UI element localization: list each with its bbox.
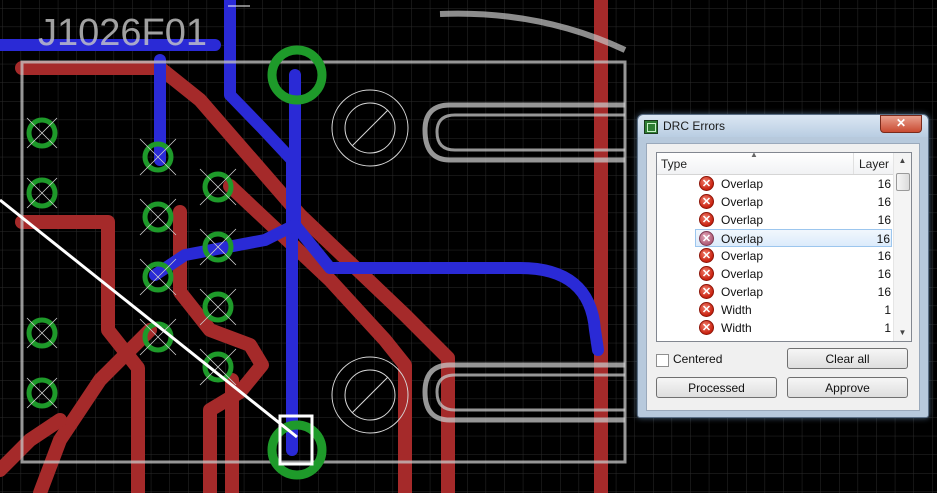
scroll-down-arrow-icon[interactable]: ▼	[894, 325, 911, 341]
centered-checkbox[interactable]	[656, 354, 669, 367]
row-layer: 16	[877, 195, 891, 209]
row-type: Overlap	[721, 285, 764, 299]
vertical-scrollbar[interactable]: ▲ ▼	[893, 153, 911, 341]
row-type: Width	[721, 303, 752, 317]
row-layer: 16	[877, 213, 891, 227]
column-separator	[853, 153, 854, 174]
error-icon: ✕	[699, 176, 714, 191]
list-item[interactable]: ✕ Overlap 16	[657, 193, 893, 211]
row-layer: 16	[876, 232, 890, 246]
drc-errors-dialog: DRC Errors ✕ ▲ Type Layer ✕ Overlap 16 ✕ Ov…	[637, 114, 929, 418]
row-layer: 1	[884, 303, 891, 317]
row-layer: 16	[877, 267, 891, 281]
error-icon: ✕	[699, 212, 714, 227]
error-icon: ✕	[699, 266, 714, 281]
row-layer: 16	[877, 285, 891, 299]
app-icon	[644, 120, 658, 134]
sort-arrow-icon: ▲	[750, 152, 758, 159]
list-item[interactable]: ✕ Overlap 16	[657, 175, 893, 193]
close-button[interactable]: ✕	[880, 115, 922, 133]
row-type: Overlap	[721, 195, 764, 209]
scroll-up-arrow-icon[interactable]: ▲	[894, 153, 911, 169]
error-icon: ✕	[699, 302, 714, 317]
dialog-titlebar[interactable]: DRC Errors ✕	[638, 115, 928, 137]
centered-label[interactable]: Centered	[673, 352, 722, 366]
error-icon: ✕	[699, 320, 714, 335]
row-type: Overlap	[721, 177, 764, 191]
error-icon: ✕	[699, 194, 714, 209]
board-designator: J1026F01	[38, 12, 207, 54]
list-item[interactable]: ✕ Overlap 16	[657, 265, 893, 283]
error-icon: ✕	[699, 248, 714, 263]
dialog-client: ▲ Type Layer ✕ Overlap 16 ✕ Overlap 16 ✕ Over…	[646, 143, 920, 411]
row-layer: 1	[884, 321, 891, 335]
row-type: Overlap	[721, 213, 764, 227]
column-layer[interactable]: Layer	[859, 157, 889, 171]
scroll-thumb[interactable]	[896, 173, 910, 191]
error-icon: ✕	[699, 284, 714, 299]
row-layer: 16	[877, 177, 891, 191]
list-item[interactable]: ✕ Overlap 16	[657, 283, 893, 301]
drc-errors-list[interactable]: ▲ Type Layer ✕ Overlap 16 ✕ Overlap 16 ✕ Over…	[656, 152, 912, 342]
row-type: Width	[721, 321, 752, 335]
list-header: ▲ Type Layer	[657, 153, 893, 175]
list-item[interactable]: ✕ Width 1	[657, 319, 893, 337]
clear-all-button[interactable]: Clear all	[787, 348, 908, 369]
dialog-title: DRC Errors	[663, 119, 725, 133]
column-type[interactable]: Type	[661, 157, 687, 171]
list-item-selected[interactable]: ✕ Overlap 16	[695, 229, 892, 247]
error-icon: ✕	[699, 231, 714, 246]
row-layer: 16	[877, 249, 891, 263]
row-type: Overlap	[721, 232, 764, 246]
approve-button[interactable]: Approve	[787, 377, 908, 398]
processed-button[interactable]: Processed	[656, 377, 777, 398]
row-type: Overlap	[721, 267, 764, 281]
row-type: Overlap	[721, 249, 764, 263]
list-item[interactable]: ✕ Overlap 16	[657, 211, 893, 229]
list-item[interactable]: ✕ Width 1	[657, 301, 893, 319]
list-rows: ✕ Overlap 16 ✕ Overlap 16 ✕ Overlap 16 ✕ Overla…	[657, 175, 893, 337]
list-item[interactable]: ✕ Overlap 16	[657, 247, 893, 265]
